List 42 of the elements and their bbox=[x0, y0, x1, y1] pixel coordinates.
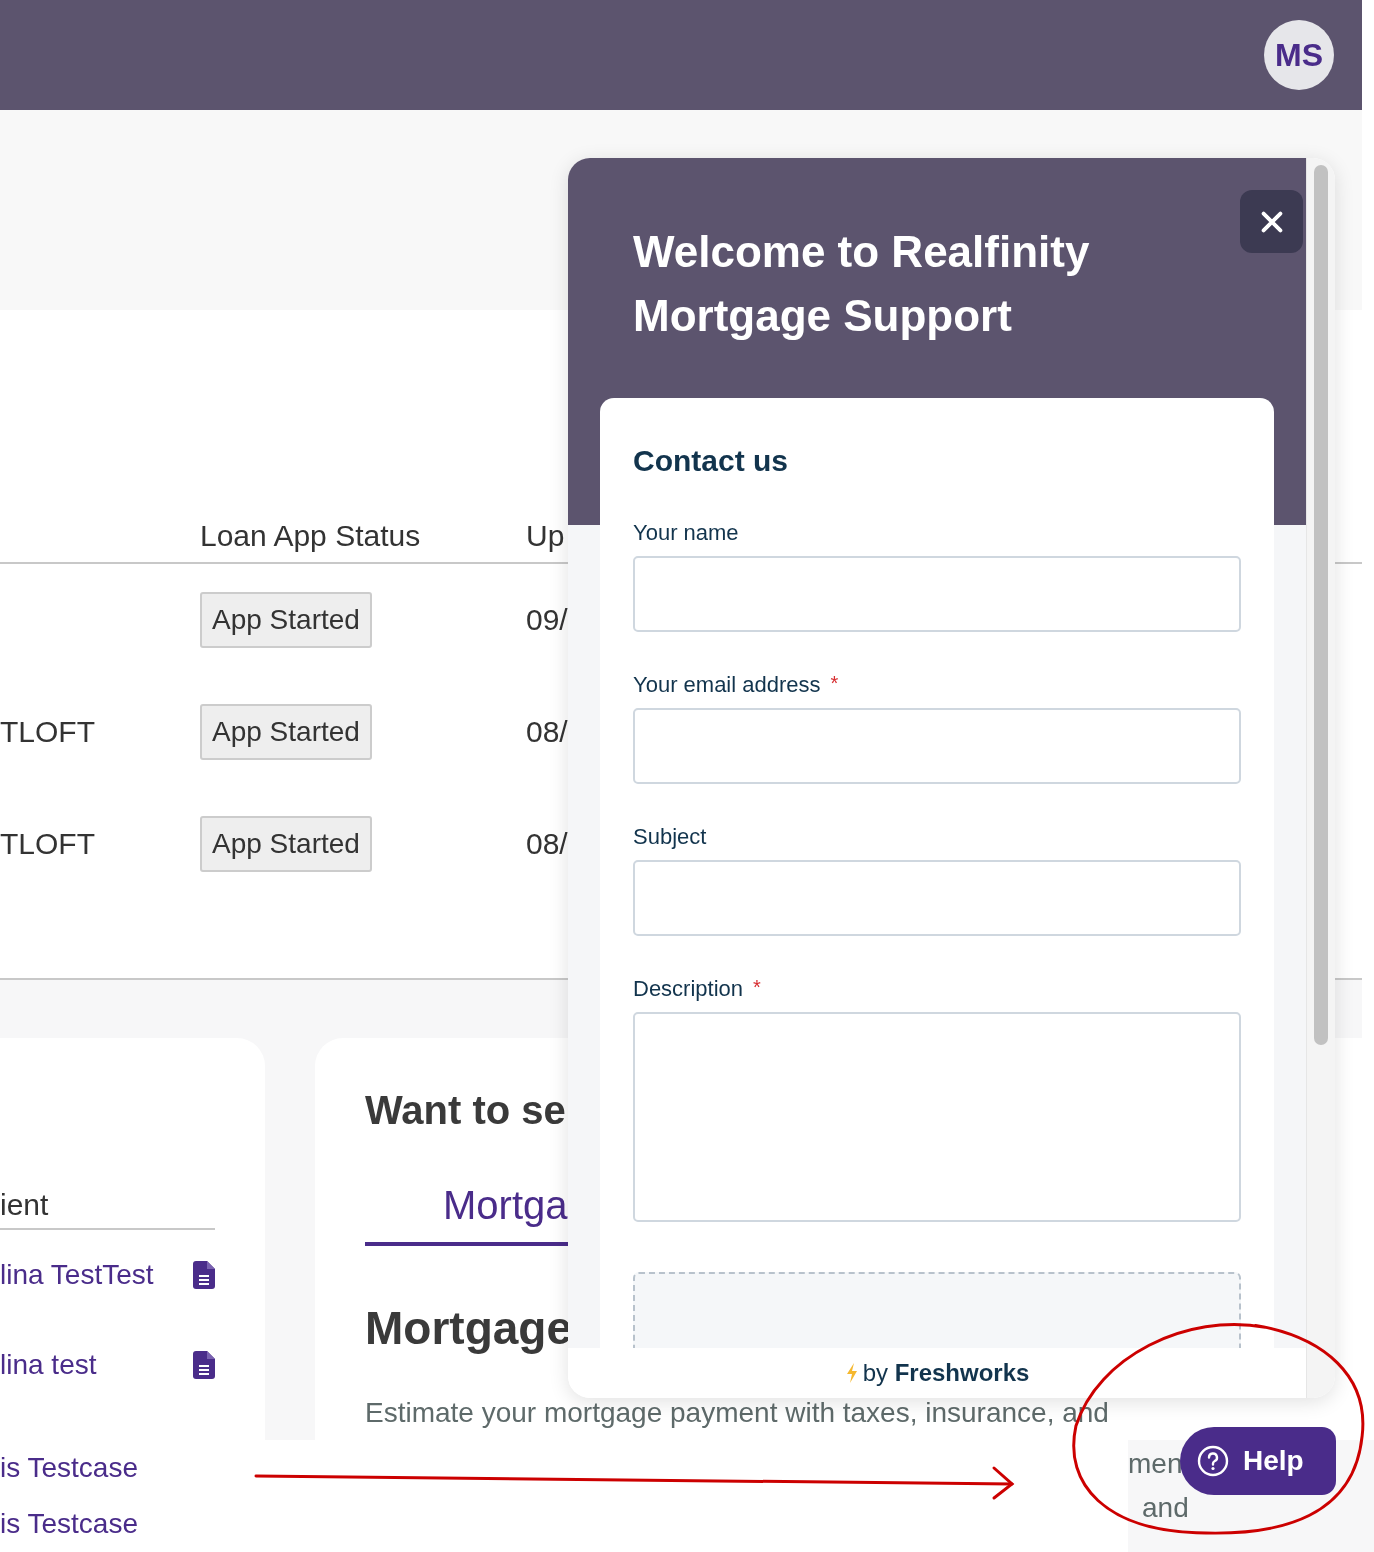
help-icon bbox=[1197, 1445, 1229, 1477]
widget-title: Welcome to Realfinity Mortgage Support bbox=[632, 226, 1091, 342]
input-field[interactable] bbox=[633, 708, 1241, 784]
close-icon bbox=[1259, 209, 1284, 234]
scrollbar-thumb[interactable] bbox=[1314, 165, 1328, 1045]
status-badge: App Started bbox=[200, 592, 372, 648]
text-fragment: and bbox=[1142, 1492, 1189, 1524]
user-avatar[interactable]: MS bbox=[1264, 20, 1334, 90]
input-field[interactable] bbox=[633, 556, 1241, 632]
description-field[interactable] bbox=[633, 1012, 1241, 1222]
date-cell: 09/ bbox=[526, 603, 568, 637]
lightning-icon bbox=[844, 1362, 859, 1384]
scrollbar[interactable] bbox=[1306, 158, 1335, 1398]
client-name: TLOFT bbox=[0, 715, 95, 748]
field-label: Subject bbox=[633, 824, 707, 850]
document-icon[interactable] bbox=[193, 1351, 215, 1379]
column-header: Up bbox=[526, 519, 565, 553]
column-header: Loan App Status bbox=[200, 519, 421, 553]
client-link[interactable]: is Testcase bbox=[0, 1452, 1128, 1484]
date-cell: 08/ bbox=[526, 715, 568, 749]
client-link[interactable]: lina TestTest bbox=[0, 1259, 154, 1291]
form-title: Contact us bbox=[633, 444, 789, 478]
client-name: TLOFT bbox=[0, 827, 95, 860]
text-fragment: men bbox=[1128, 1448, 1183, 1480]
calculator-heading: Mortgage bbox=[365, 1301, 572, 1355]
field-label: Your name bbox=[633, 520, 739, 546]
status-badge: App Started bbox=[200, 816, 372, 872]
card-title: Want to se bbox=[365, 1088, 566, 1133]
date-cell: 08/ bbox=[526, 827, 568, 861]
client-link[interactable]: lina test bbox=[0, 1349, 97, 1381]
field-label: Your email address bbox=[633, 672, 821, 698]
footer-credit: by Freshworks bbox=[862, 1359, 1030, 1387]
required-mark: * bbox=[753, 976, 761, 1000]
field-label: Description bbox=[633, 976, 744, 1002]
client-link[interactable]: is Testcase bbox=[0, 1508, 1128, 1540]
document-icon[interactable] bbox=[193, 1261, 215, 1289]
required-mark: * bbox=[830, 672, 839, 696]
column-header: ient bbox=[0, 1188, 215, 1230]
status-badge: App Started bbox=[200, 704, 372, 760]
close-button[interactable] bbox=[1240, 190, 1303, 253]
help-button[interactable]: Help bbox=[1180, 1427, 1336, 1495]
input-field[interactable] bbox=[633, 860, 1241, 936]
